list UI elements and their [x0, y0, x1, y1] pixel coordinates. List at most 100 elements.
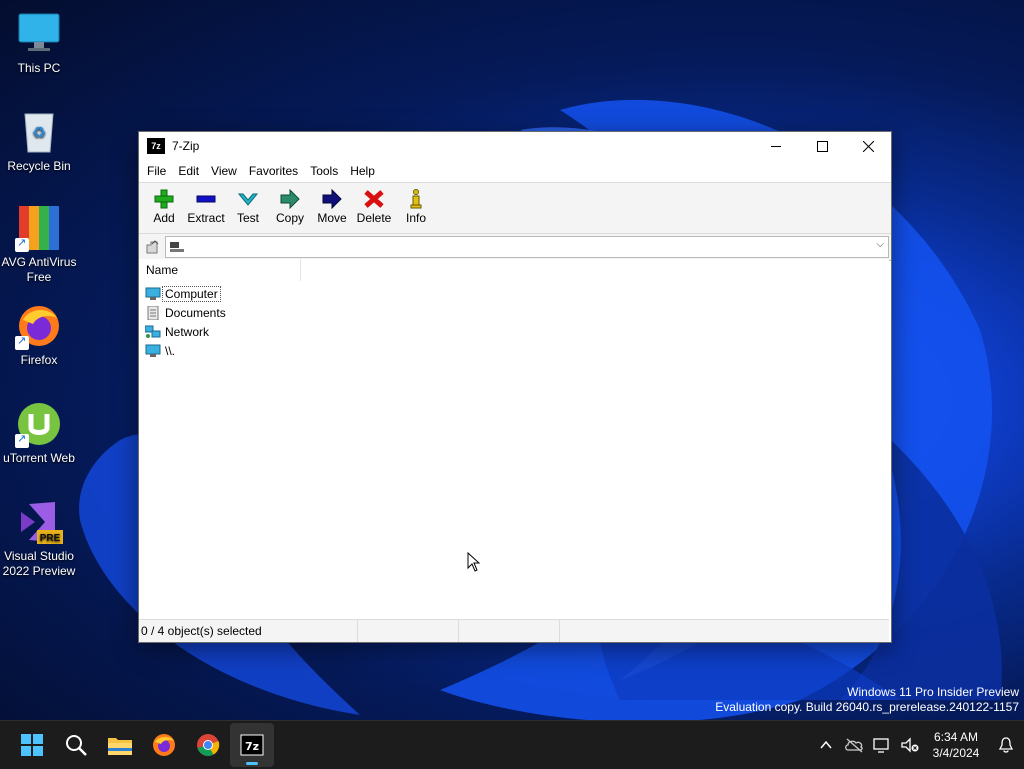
system-tray: 6:34 AM 3/4/2024: [812, 723, 1024, 767]
window-title: 7-Zip: [172, 139, 200, 153]
add-button[interactable]: Add: [143, 183, 185, 225]
up-folder-button[interactable]: [139, 235, 165, 259]
documents-icon: [147, 305, 159, 320]
shortcut-arrow-icon: [15, 236, 29, 252]
delete-button[interactable]: Delete: [353, 183, 395, 225]
toolbar: Add Extract Test Copy Move Delete Info: [139, 183, 891, 234]
desktop-icon-label: Firefox: [20, 353, 58, 367]
maximize-icon: [816, 140, 828, 152]
taskbar: 7z 6:34 AM 3/4/2024: [0, 720, 1024, 769]
list-item-label: Network: [165, 324, 210, 339]
search-icon: [66, 735, 87, 756]
list-item-label: Documents: [165, 305, 226, 320]
column-name-header[interactable]: Name: [139, 259, 301, 281]
test-button[interactable]: Test: [227, 183, 269, 225]
file-explorer-icon: [108, 738, 132, 755]
desktop-icon-avg[interactable]: AVG AntiVirus Free: [0, 204, 78, 285]
evaluation-watermark: Windows 11 Pro Insider Preview Evaluatio…: [715, 685, 1019, 715]
plus-icon: [154, 189, 174, 209]
column-header: Name: [139, 259, 889, 281]
7zip-icon: 7z: [240, 734, 264, 756]
computer-icon: [145, 344, 161, 357]
network-status-icon: [873, 738, 889, 753]
desktop-icon-label: This PC: [17, 61, 61, 75]
info-button[interactable]: Info: [395, 183, 437, 225]
computer-icon: [145, 287, 161, 300]
computer-root-icon: [170, 242, 184, 252]
watermark-line-1: Windows 11 Pro Insider Preview: [847, 685, 1019, 699]
firefox-taskbar-button[interactable]: [142, 723, 186, 767]
menu-favorites[interactable]: Favorites: [243, 164, 304, 178]
desktop-icon-label: uTorrent Web: [3, 451, 75, 465]
info-icon: [410, 189, 422, 209]
volume-tray-button[interactable]: [896, 723, 924, 767]
file-explorer-button[interactable]: [98, 723, 142, 767]
mouse-cursor-icon: [467, 552, 481, 572]
check-icon: [237, 193, 259, 206]
visual-studio-icon: PRE: [15, 498, 63, 546]
desktop-icon-visual-studio[interactable]: PRE Visual Studio 2022 Preview: [0, 498, 78, 579]
menu-view[interactable]: View: [205, 164, 243, 178]
list-item[interactable]: Network: [139, 322, 889, 341]
7zip-window: 7z 7-Zip File Edit View Favorites Tools …: [138, 131, 892, 643]
menu-file[interactable]: File: [141, 164, 172, 178]
show-hidden-icons-button[interactable]: [812, 723, 840, 767]
status-segment: [358, 620, 459, 642]
volume-muted-icon: [901, 737, 919, 753]
close-icon: [862, 140, 874, 152]
desktop-icon-label: AVG AntiVirus Free: [1, 255, 77, 284]
monitor-icon: [15, 10, 63, 58]
copy-button[interactable]: Copy: [269, 183, 311, 225]
bell-icon: [999, 737, 1013, 753]
firefox-icon: [15, 302, 63, 350]
desktop-icon-utorrent[interactable]: uTorrent Web: [0, 400, 78, 466]
close-button[interactable]: [845, 132, 891, 160]
onedrive-tray-button[interactable]: [840, 723, 868, 767]
shortcut-arrow-icon: [15, 334, 29, 350]
utorrent-icon: [15, 400, 63, 448]
network-icon: [145, 325, 161, 338]
search-button[interactable]: [54, 723, 98, 767]
list-item[interactable]: Computer: [139, 284, 889, 303]
chevron-down-icon[interactable]: ⌵: [876, 239, 884, 250]
chrome-icon: [197, 734, 220, 756]
minimize-icon: [770, 145, 781, 147]
list-item-label: \\.: [165, 343, 176, 358]
file-list: Name Computer Documents Network \\.: [139, 259, 889, 616]
minimize-button[interactable]: [753, 132, 799, 160]
avg-antivirus-icon: [15, 204, 63, 252]
menu-bar: File Edit View Favorites Tools Help: [139, 160, 891, 183]
menu-tools[interactable]: Tools: [304, 164, 344, 178]
desktop-icon-label: Visual Studio 2022 Preview: [2, 549, 76, 578]
7zip-app-icon: 7z: [147, 138, 165, 154]
notifications-button[interactable]: [988, 723, 1024, 767]
chrome-taskbar-button[interactable]: [186, 723, 230, 767]
recycle-bin-icon: ♻: [15, 108, 63, 156]
up-folder-icon: [146, 240, 159, 254]
extract-button[interactable]: Extract: [185, 183, 227, 225]
list-item[interactable]: \\.: [139, 341, 889, 360]
svg-text:7z: 7z: [245, 740, 259, 753]
menu-help[interactable]: Help: [344, 164, 381, 178]
move-button[interactable]: Move: [311, 183, 353, 225]
desktop-icon-firefox[interactable]: Firefox: [0, 302, 78, 368]
desktop-icon-this-pc[interactable]: This PC: [0, 10, 78, 76]
clock[interactable]: 6:34 AM 3/4/2024: [924, 729, 988, 761]
x-icon: [364, 190, 384, 208]
desktop-icon-label: Recycle Bin: [7, 159, 71, 173]
list-item[interactable]: Documents: [139, 303, 889, 322]
title-bar[interactable]: 7z 7-Zip: [139, 132, 891, 160]
status-bar: 0 / 4 object(s) selected: [139, 619, 889, 642]
path-combobox[interactable]: ⌵: [165, 236, 889, 258]
svg-text:♻: ♻: [32, 125, 46, 142]
start-button[interactable]: [10, 723, 54, 767]
clock-date: 3/4/2024: [932, 746, 980, 760]
network-tray-button[interactable]: [868, 723, 896, 767]
list-item-label: Computer: [162, 285, 221, 302]
maximize-button[interactable]: [799, 132, 845, 160]
7zip-taskbar-button[interactable]: 7z: [230, 723, 274, 767]
desktop-icon-recycle-bin[interactable]: ♻ Recycle Bin: [0, 108, 78, 174]
menu-edit[interactable]: Edit: [172, 164, 205, 178]
windows-start-icon: [21, 734, 43, 756]
status-segment: [459, 620, 560, 642]
